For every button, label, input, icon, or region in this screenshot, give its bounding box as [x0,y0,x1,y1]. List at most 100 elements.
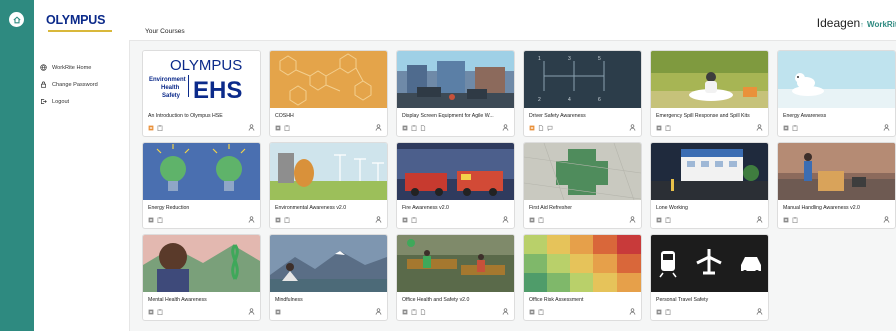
sidebar-nav: WorkRite Home Change Password Logout [40,59,98,110]
course-thumbnail [778,143,895,200]
user-icon [756,124,763,131]
course-title: Office Health and Safety v2.0 [402,297,470,303]
course-icons [402,309,426,315]
clipboard-icon [665,125,671,131]
course-title: Emergency Spill Response and Spill Kits [656,113,750,119]
course-title: Energy Awareness [783,113,827,119]
module-icon [402,309,408,315]
sidebar-item-label: Logout [52,98,70,105]
course-thumbnail [143,143,260,200]
course-card[interactable]: 1 3 5 2 4 6 Driver Safety Awareness [523,50,642,137]
clipboard-icon [411,309,417,315]
clipboard-icon [157,217,163,223]
sidebar-item-change-password[interactable]: Change Password [40,76,98,93]
module-icon [402,125,408,131]
home-button[interactable] [9,12,24,27]
clipboard-icon [792,217,798,223]
sidebar-item-logout[interactable]: Logout [40,93,98,110]
course-title: Driver Safety Awareness [529,113,586,119]
thumb-text: Safety [162,93,181,99]
clipboard-icon [538,217,544,223]
brand-mark-icon: ↑ [860,22,864,29]
clipboard-icon [157,125,163,131]
course-card[interactable]: First Aid Refresher [523,142,642,229]
user-icon [248,308,255,315]
main-content: Your Courses Ideagen↑ WorkRite OLYMPUS E… [129,0,896,331]
user-icon [883,216,890,223]
module-icon [148,309,154,315]
sidebar: OLYMPUS WorkRite Home Change Password Lo… [34,0,130,331]
course-card[interactable]: Mental Health Awareness [142,234,261,321]
sidebar-item-label: WorkRite Home [52,64,92,71]
course-title: Personal Travel Safety [656,297,709,303]
clipboard-icon [284,125,290,131]
user-icon [629,124,636,131]
thumb-text: Environment [149,77,186,83]
clipboard-icon [538,309,544,315]
user-icon [629,216,636,223]
course-icons [275,309,281,315]
logo-underline [48,30,112,32]
course-thumbnail [651,143,768,200]
svg-text:2: 2 [538,97,541,103]
course-card[interactable]: Energy Awareness [777,50,896,137]
course-card[interactable]: OLYMPUS Environment Health Safety EHS An… [142,50,261,137]
logout-icon [41,99,47,104]
course-card[interactable]: Display Screen Equipment for Agile W... [396,50,515,137]
user-icon [502,216,509,223]
course-card[interactable]: Personal Travel Safety [650,234,769,321]
course-icons [402,125,426,131]
user-icon [375,308,382,315]
home-icon [12,16,21,23]
clipboard-icon [665,217,671,223]
course-card[interactable]: COSHH [269,50,388,137]
module-icon [148,125,154,131]
course-card[interactable]: Manual Handling Awareness v2.0 [777,142,896,229]
course-icons [275,125,290,131]
sidebar-item-label: Change Password [52,81,98,88]
top-bar: Your Courses Ideagen↑ WorkRite [129,0,896,41]
user-icon [248,216,255,223]
module-icon [529,125,535,131]
sidebar-item-workrite-home[interactable]: WorkRite Home [40,59,98,76]
brand-product: WorkRite [867,20,896,29]
globe-icon [40,64,47,71]
course-card[interactable]: Lone Working [650,142,769,229]
module-icon [275,309,281,315]
module-icon [529,217,535,223]
course-icons [148,217,163,223]
svg-text:3: 3 [568,56,571,62]
thumb-text: OLYMPUS [170,57,242,74]
course-icons [783,217,798,223]
course-thumbnail [524,143,641,200]
user-icon [502,124,509,131]
course-card[interactable]: Energy Reduction [142,142,261,229]
course-icons [656,125,671,131]
course-card[interactable]: Emergency Spill Response and Spill Kits [650,50,769,137]
left-rail [0,0,34,331]
course-thumbnail [397,143,514,200]
user-icon [375,216,382,223]
chat-icon [547,125,553,131]
user-icon [756,308,763,315]
svg-text:4: 4 [568,97,571,103]
course-card[interactable]: Office Health and Safety v2.0 [396,234,515,321]
course-title: Mental Health Awareness [148,297,207,303]
clipboard-icon [792,125,798,131]
user-icon [629,308,636,315]
svg-text:6: 6 [598,97,601,103]
course-title: Manual Handling Awareness v2.0 [783,205,860,211]
course-thumbnail [270,51,387,108]
course-card[interactable]: Environmental Awareness v2.0 [269,142,388,229]
course-card[interactable]: Mindfulness [269,234,388,321]
course-card[interactable]: Office Risk Assessment [523,234,642,321]
course-icons [402,217,417,223]
clipboard-icon [665,309,671,315]
course-card[interactable]: Fire Awareness v2.0 [396,142,515,229]
course-thumbnail [651,51,768,108]
course-thumbnail: 1 3 5 2 4 6 [524,51,641,108]
course-title: Mindfulness [275,297,303,303]
course-icons [656,309,671,315]
course-title: COSHH [275,113,294,119]
user-icon [502,308,509,315]
